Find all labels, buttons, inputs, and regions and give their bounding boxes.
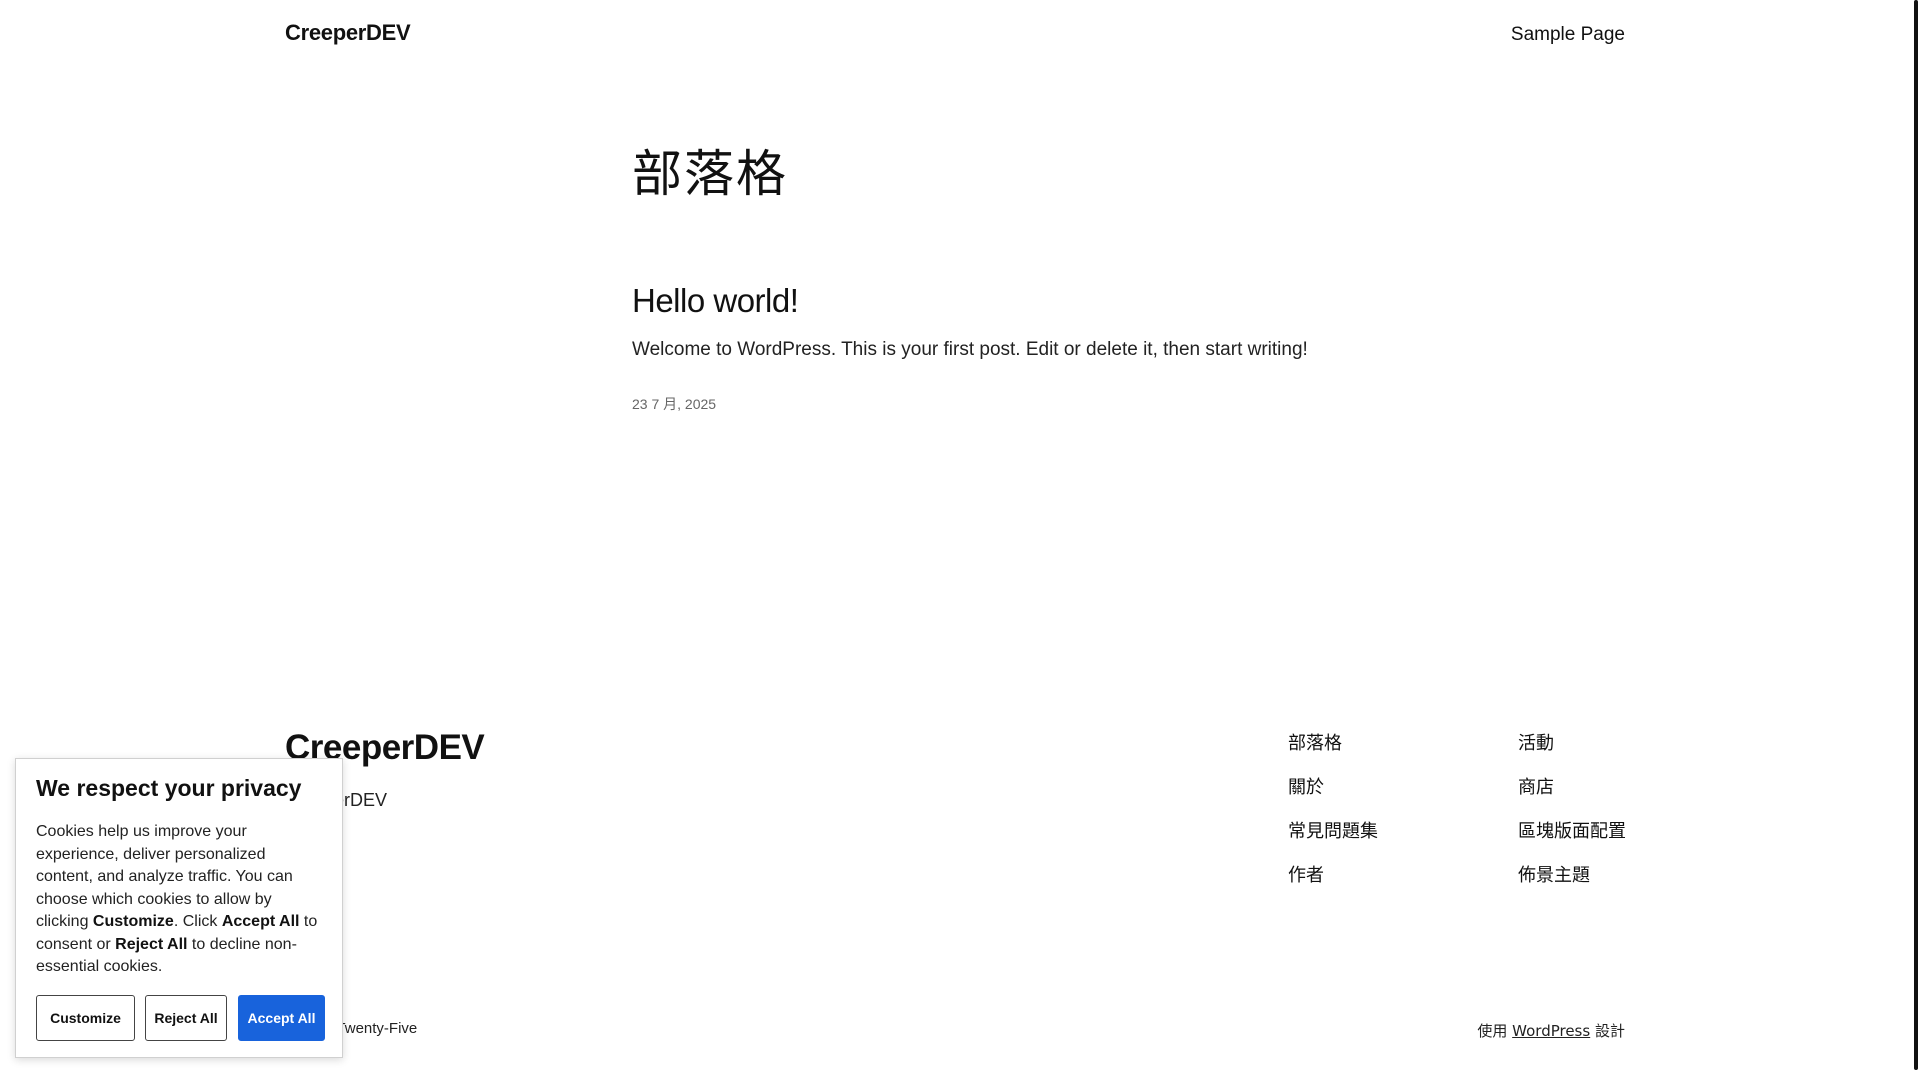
scrollbar-thumb[interactable]	[1914, 0, 1918, 1070]
accept-all-button[interactable]: Accept All	[238, 995, 325, 1041]
post-title-link[interactable]: Hello world!	[632, 282, 799, 320]
cookie-text-customize: Customize	[92, 913, 174, 930]
footer-link-about[interactable]: 關於	[1288, 776, 1378, 799]
footer-link-blog[interactable]: 部落格	[1288, 732, 1378, 755]
cookie-text-part: . Click	[173, 913, 222, 930]
footer-link-authors[interactable]: 作者	[1288, 864, 1378, 887]
nav-link-sample-page[interactable]: Sample Page	[1511, 24, 1625, 46]
footer-link-faq[interactable]: 常見問題集	[1288, 820, 1378, 843]
cookie-text-reject: Reject All	[115, 935, 188, 953]
scrollbar[interactable]	[1912, 0, 1920, 1080]
post-date: 23 7 月, 2025	[632, 396, 717, 412]
page: CreeperDEV Sample Page 部落格 Hello world! …	[0, 0, 1920, 1080]
cookie-text-accept: Accept All	[221, 913, 300, 930]
page-title: 部落格	[632, 145, 788, 203]
reject-all-button[interactable]: Reject All	[145, 995, 227, 1041]
footer-credit-suffix: 設計	[1594, 1022, 1625, 1040]
footer-nav-column-2: 活動 商店 區塊版面配置 佈景主題	[1518, 732, 1626, 887]
footer-link-patterns[interactable]: 區塊版面配置	[1518, 820, 1626, 843]
footer-credit-prefix: 使用	[1477, 1022, 1508, 1040]
site-title-link[interactable]: CreeperDEV	[285, 20, 411, 46]
customize-button[interactable]: Customize	[36, 995, 135, 1041]
footer-nav-column-1: 部落格 關於 常見問題集 作者	[1288, 732, 1378, 887]
footer-link-themes[interactable]: 佈景主題	[1518, 864, 1626, 887]
footer-link-events[interactable]: 活動	[1518, 732, 1626, 755]
footer-credit: 使用 WordPress 設計	[1477, 1020, 1625, 1041]
cookie-consent-banner: We respect your privacy Cookies help us …	[15, 758, 343, 1058]
footer-credit-wordpress-link[interactable]: WordPress	[1512, 1022, 1590, 1040]
post-excerpt: Welcome to WordPress. This is your first…	[632, 339, 1308, 360]
cookie-banner-text: Cookies help us improve your experience,…	[36, 821, 326, 979]
footer-link-shop[interactable]: 商店	[1518, 776, 1626, 799]
cookie-banner-title: We respect your privacy	[36, 775, 302, 801]
